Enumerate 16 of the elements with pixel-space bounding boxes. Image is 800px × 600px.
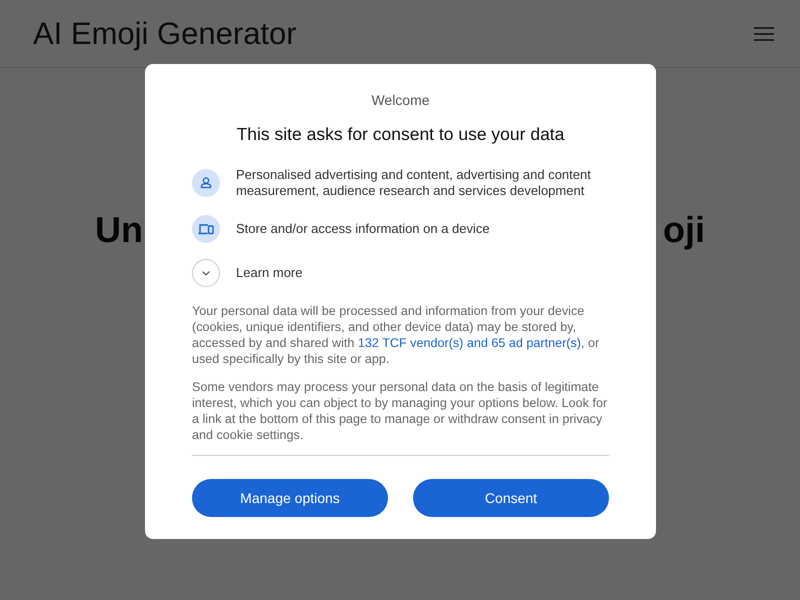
menu-icon[interactable] — [754, 26, 774, 40]
site-title: AI Emoji Generator — [33, 14, 297, 52]
dialog-title: This site asks for consent to use your data — [236, 123, 566, 146]
page-heading: oji — [663, 208, 705, 252]
page-heading: Un — [95, 208, 143, 252]
purpose-text: Store and/or access information on a device — [236, 221, 490, 238]
dialog-eyebrow: Welcome — [370, 91, 431, 110]
consent-paragraph: Some vendors may process your personal data on the basis of legitimate interest, which you can object to by managing your options below. Look for a link at the bottom of this page to manage or withdraw consent in privacy and cookie settings. — [192, 379, 608, 444]
learn-more-toggle[interactable]: Learn more — [236, 265, 302, 282]
vendors-link[interactable]: 132 TCF vendor(s) and 65 ad partner(s) — [358, 336, 581, 350]
consent-paragraph: Your personal data will be processed and information from your device (cookies, unique identifiers, and other device data) may be stored by, accessed by and shared with 132 TCF vendor(s) and 65 ad partner(s), or used specifically by this site or app. — [192, 303, 600, 368]
consent-button[interactable]: Consent — [413, 479, 609, 518]
person-icon — [192, 169, 220, 198]
purpose-text: Personalised advertising and content, advertising and content measurement, audience research and services development — [236, 167, 592, 200]
manage-options-button[interactable]: Manage options — [192, 479, 388, 518]
device-icon — [192, 215, 220, 244]
